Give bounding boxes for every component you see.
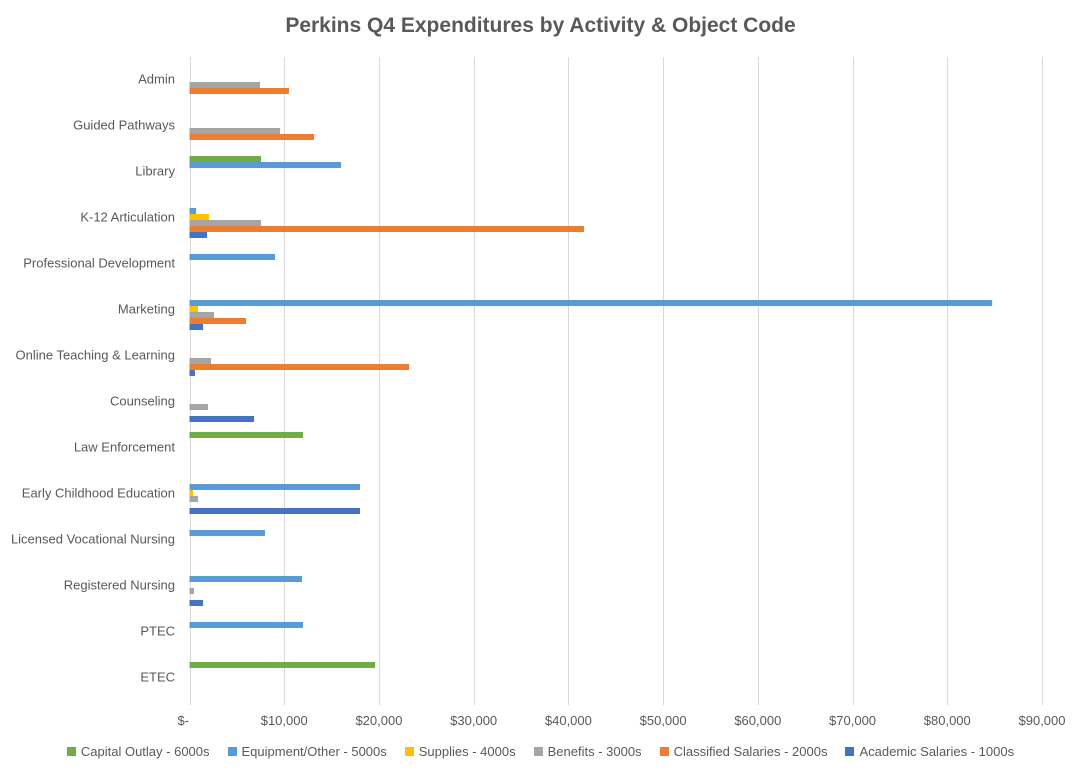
bar	[189, 300, 993, 306]
bar	[189, 404, 208, 410]
bars	[189, 82, 993, 668]
category-label: Early Childhood Education	[22, 485, 175, 500]
legend-label: Academic Salaries - 1000s	[859, 744, 1015, 759]
bar	[189, 508, 360, 514]
bar	[189, 662, 376, 668]
bar	[189, 312, 215, 318]
bar	[189, 318, 247, 324]
bar	[189, 622, 303, 628]
category-label: Law Enforcement	[74, 439, 176, 454]
legend-label: Supplies - 4000s	[418, 744, 516, 759]
bar	[189, 358, 212, 364]
legend-swatch	[659, 747, 669, 756]
category-label: Admin	[138, 71, 175, 86]
bar	[189, 232, 208, 238]
category-label: Professional Development	[23, 255, 175, 270]
bar	[189, 134, 315, 140]
bar	[189, 88, 289, 94]
legend-swatch	[66, 747, 76, 756]
bar	[189, 162, 342, 168]
bar	[189, 432, 303, 438]
x-tick-label: $90,000	[1019, 713, 1066, 728]
category-label: Licensed Vocational Nursing	[11, 531, 175, 546]
legend-item: Benefits - 3000s	[533, 744, 642, 759]
bar	[189, 324, 204, 330]
category-labels: Admin Guided Pathways Library K-12 Articula…	[11, 71, 176, 684]
chart-plot: Admin Guided Pathways Library K-12 Articula…	[11, 57, 1066, 728]
bar	[189, 128, 280, 134]
legend-swatch	[845, 747, 855, 756]
x-tick-label: $80,000	[924, 713, 971, 728]
bar	[189, 208, 197, 214]
x-tick-label: $70,000	[829, 713, 876, 728]
bar	[189, 226, 585, 232]
legend-item: Academic Salaries - 1000s	[845, 744, 1014, 759]
legend-swatch	[404, 747, 414, 756]
x-tick-labels: $- $10,000 $20,000 $30,000 $40,000 $50,000 $60…	[178, 713, 1066, 728]
bar	[189, 364, 410, 370]
bar	[189, 416, 255, 422]
gridlines	[190, 57, 1043, 705]
bar	[189, 370, 195, 376]
legend-item: Supplies - 4000s	[404, 744, 516, 759]
x-tick-label: $30,000	[450, 713, 497, 728]
bar	[189, 220, 262, 226]
bar	[189, 484, 360, 490]
bar	[189, 82, 261, 88]
bar	[189, 496, 199, 502]
category-label: Guided Pathways	[73, 117, 175, 132]
bar	[189, 588, 195, 594]
bar	[189, 214, 209, 220]
legend-swatch	[227, 747, 237, 756]
legend: Capital Outlay - 6000s Equipment/Other - …	[0, 744, 1081, 759]
category-label: Online Teaching & Learning	[16, 347, 176, 362]
category-label: K-12 Articulation	[80, 209, 175, 224]
category-label: Counseling	[110, 393, 175, 408]
bar	[189, 156, 262, 162]
category-label: Registered Nursing	[64, 577, 175, 592]
category-label: Library	[135, 163, 175, 178]
legend-item: Classified Salaries - 2000s	[659, 744, 828, 759]
legend-item: Capital Outlay - 6000s	[66, 744, 210, 759]
legend-swatch	[533, 747, 543, 756]
bar	[189, 530, 265, 536]
bar	[189, 576, 303, 582]
legend-item: Equipment/Other - 5000s	[227, 744, 387, 759]
category-label: ETEC	[140, 669, 175, 684]
bar	[189, 600, 204, 606]
bar	[189, 490, 194, 496]
bar	[189, 306, 199, 312]
x-tick-label: $60,000	[734, 713, 781, 728]
x-tick-label: $-	[178, 713, 190, 728]
x-tick-label: $10,000	[261, 713, 308, 728]
x-tick-label: $20,000	[355, 713, 402, 728]
legend-label: Capital Outlay - 6000s	[80, 744, 210, 759]
legend-label: Equipment/Other - 5000s	[241, 744, 387, 759]
x-tick-label: $40,000	[545, 713, 592, 728]
legend-label: Classified Salaries - 2000s	[673, 744, 828, 759]
category-label: PTEC	[140, 623, 175, 638]
category-label: Marketing	[118, 301, 175, 316]
legend-label: Benefits - 3000s	[547, 744, 642, 759]
bar	[189, 254, 276, 260]
x-tick-label: $50,000	[640, 713, 687, 728]
